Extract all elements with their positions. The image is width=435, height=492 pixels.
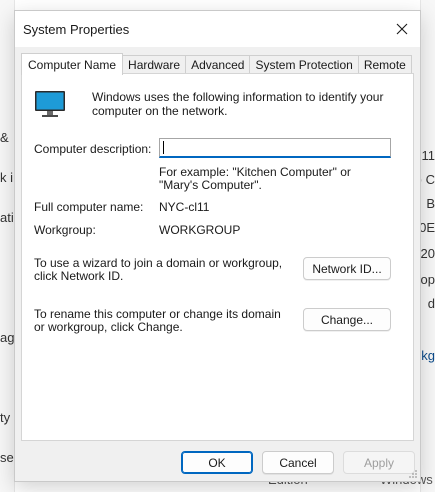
change-text: To rename this computer or change its do… — [34, 307, 281, 334]
close-icon — [396, 23, 408, 35]
description-example-text: For example: "Kitchen Computer" or "Mary… — [159, 165, 351, 192]
dialog-title: System Properties — [23, 22, 130, 37]
full-computer-name-label: Full computer name: — [34, 200, 144, 214]
background-right-strip: 11 ) C B 0E 20 op d kg — [418, 0, 435, 492]
network-id-button[interactable]: Network ID... — [303, 257, 391, 280]
tab-computer-name[interactable]: Computer Name — [21, 53, 124, 75]
bg-right-text: 0E — [419, 220, 435, 235]
bg-right-text: B — [426, 196, 435, 211]
bg-left-text: se — [0, 450, 14, 465]
cancel-button[interactable]: Cancel — [262, 451, 334, 474]
intro-text: Windows uses the following information t… — [92, 90, 384, 118]
system-properties-dialog: System Properties Computer Name Hardware… — [14, 10, 421, 482]
resize-grip-icon[interactable] — [408, 469, 418, 479]
bg-right-text: 11 — [421, 148, 435, 163]
background-left-strip: & k i ati ag ty se — [0, 0, 15, 492]
close-button[interactable] — [388, 17, 416, 41]
tab-hardware[interactable]: Hardware — [122, 55, 187, 74]
full-computer-name-value: NYC-cl11 — [159, 200, 210, 214]
bg-right-text: op — [420, 272, 435, 287]
title-bar: System Properties — [15, 11, 420, 47]
tab-system-protection[interactable]: System Protection — [249, 55, 359, 74]
tab-strip: Computer Name Hardware Advanced System P… — [21, 53, 412, 75]
tab-remote[interactable]: Remote — [357, 55, 412, 74]
workgroup-label: Workgroup: — [34, 223, 96, 237]
bg-left-text: ati — [0, 210, 14, 225]
workgroup-value: WORKGROUP — [159, 223, 241, 237]
computer-description-label: Computer description: — [34, 142, 152, 156]
bg-right-text: 20 — [420, 246, 435, 261]
bg-right-text: kg — [421, 348, 435, 363]
text-caret — [163, 141, 164, 154]
bg-left-text: & — [0, 130, 9, 145]
ok-button[interactable]: OK — [181, 451, 253, 474]
bg-left-text: k i — [0, 170, 13, 185]
computer-monitor-icon — [35, 91, 65, 117]
tab-advanced[interactable]: Advanced — [185, 55, 251, 74]
bg-left-text: ag — [0, 330, 15, 345]
apply-button[interactable]: Apply — [343, 451, 415, 474]
bg-left-text: ty — [0, 410, 11, 425]
computer-description-input[interactable] — [159, 138, 391, 158]
network-id-text: To use a wizard to join a domain or work… — [34, 256, 283, 283]
computer-name-pane: Windows uses the following information t… — [21, 73, 414, 441]
bg-right-text: d — [427, 296, 435, 311]
change-button[interactable]: Change... — [303, 308, 391, 331]
